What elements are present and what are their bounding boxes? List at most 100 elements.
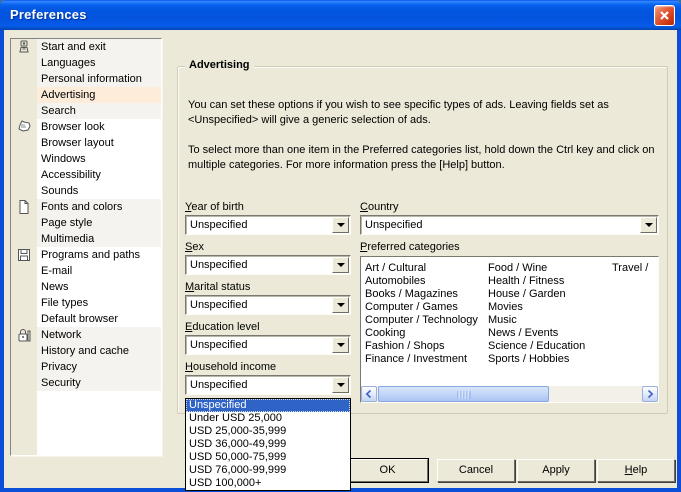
scroll-right-button[interactable] (642, 386, 658, 402)
marital-status-label: Marital status (185, 281, 250, 293)
household-income-value: Unspecified (190, 376, 330, 394)
title-bar[interactable]: Preferences (0, 0, 681, 30)
education-level-dropdown-arrow[interactable] (332, 337, 349, 353)
category-item[interactable]: Books / Magazines (365, 288, 478, 301)
sex-label: Sex (185, 241, 204, 253)
sidebar-item-windows[interactable]: Windows (37, 151, 161, 167)
horizontal-scrollbar[interactable] (361, 386, 658, 402)
income-option[interactable]: Unspecified (186, 399, 350, 412)
sidebar-item-fonts-and-colors[interactable]: Fonts and colors (37, 199, 161, 215)
country-value: Unspecified (365, 216, 638, 234)
year-of-birth-value: Unspecified (190, 216, 330, 234)
year-of-birth-combobox[interactable]: Unspecified (185, 215, 351, 235)
category-item[interactable]: Food / Wine (488, 262, 585, 275)
chevron-down-icon (645, 223, 653, 227)
sidebar-item-start-and-exit[interactable]: Start and exit (37, 39, 161, 55)
income-option[interactable]: USD 25,000-35,999 (186, 425, 350, 438)
sidebar-item-news[interactable]: News (37, 279, 161, 295)
category-item[interactable]: Cooking (365, 327, 478, 340)
sidebar-item-browser-look[interactable]: Browser look (37, 119, 161, 135)
sidebar-item-accessibility[interactable]: Accessibility (37, 167, 161, 183)
sidebar-item-privacy[interactable]: Privacy (37, 359, 161, 375)
sex-dropdown-arrow[interactable] (332, 257, 349, 273)
sidebar-item-multimedia[interactable]: Multimedia (37, 231, 161, 247)
income-option[interactable]: USD 100,000+ (186, 477, 350, 490)
category-item[interactable]: Health / Fitness (488, 275, 585, 288)
income-option[interactable]: USD 76,000-99,999 (186, 464, 350, 477)
marital-status-dropdown-arrow[interactable] (332, 297, 349, 313)
year-of-birth-dropdown-arrow[interactable] (332, 217, 349, 233)
cancel-button[interactable]: Cancel (437, 459, 515, 482)
sidebar-item-e-mail[interactable]: E-mail (37, 263, 161, 279)
sidebar-item-file-types[interactable]: File types (37, 295, 161, 311)
chevron-down-icon (337, 303, 345, 307)
chevron-down-icon (337, 263, 345, 267)
scrollbar-thumb[interactable] (378, 386, 549, 402)
category-item[interactable]: Sports / Hobbies (488, 353, 585, 366)
help-button[interactable]: Help (597, 459, 675, 482)
ok-button[interactable]: OK (347, 459, 428, 482)
close-icon (659, 10, 670, 21)
sidebar-icon-gutter (11, 39, 37, 455)
chevron-right-icon (646, 389, 654, 399)
category-item[interactable]: Movies (488, 301, 585, 314)
scroll-left-button[interactable] (361, 386, 377, 402)
education-level-combobox[interactable]: Unspecified (185, 335, 351, 355)
education-level-label: Education level (185, 321, 260, 333)
floppy-disk-icon (16, 247, 32, 263)
lock-icon (16, 327, 32, 343)
apply-button[interactable]: Apply (517, 459, 595, 482)
settings-category-list[interactable]: Start and exitLanguagesPersonal informat… (10, 38, 162, 456)
household-income-combobox[interactable]: Unspecified (185, 375, 351, 395)
marital-status-combobox[interactable]: Unspecified (185, 295, 351, 315)
sidebar-item-personal-information[interactable]: Personal information (37, 71, 161, 87)
category-item[interactable]: Art / Cultural (365, 262, 478, 275)
groupbox-legend: Advertising (185, 59, 254, 71)
sidebar-item-search[interactable]: Search (37, 103, 161, 119)
sex-combobox[interactable]: Unspecified (185, 255, 351, 275)
sidebar-item-page-style[interactable]: Page style (37, 215, 161, 231)
income-option[interactable]: Under USD 25,000 (186, 412, 350, 425)
sidebar-item-security[interactable]: Security (37, 375, 161, 391)
household-income-dropdown-list[interactable]: UnspecifiedUnder USD 25,000USD 25,000-35… (185, 398, 351, 491)
chevron-down-icon (337, 223, 345, 227)
preferences-window: Preferences Start and exitLanguagesPerso… (0, 0, 681, 492)
category-column-1: Art / CulturalAutomobilesBooks / Magazin… (365, 262, 478, 366)
sidebar-item-programs-and-paths[interactable]: Programs and paths (37, 247, 161, 263)
advertising-description-2: To select more than one item in the Pref… (188, 143, 664, 173)
sidebar-item-advertising[interactable]: Advertising (37, 87, 161, 103)
sidebar-item-history-and-cache[interactable]: History and cache (37, 343, 161, 359)
category-item[interactable]: Computer / Technology (365, 314, 478, 327)
category-item[interactable]: Computer / Games (365, 301, 478, 314)
year-of-birth-label: Year of birth (185, 201, 244, 213)
country-dropdown-arrow[interactable] (640, 217, 657, 233)
country-label: Country (360, 201, 399, 213)
category-item[interactable]: Travel / (612, 262, 648, 275)
country-combobox[interactable]: Unspecified (360, 215, 659, 235)
income-option[interactable]: USD 50,000-75,999 (186, 451, 350, 464)
sex-value: Unspecified (190, 256, 330, 274)
household-income-dropdown-arrow[interactable] (332, 377, 349, 393)
sidebar-item-sounds[interactable]: Sounds (37, 183, 161, 199)
category-item[interactable]: Science / Education (488, 340, 585, 353)
category-item[interactable]: Fashion / Shops (365, 340, 478, 353)
category-item[interactable]: House / Garden (488, 288, 585, 301)
category-item[interactable]: Music (488, 314, 585, 327)
sidebar-item-network[interactable]: Network (37, 327, 161, 343)
category-item[interactable]: News / Events (488, 327, 585, 340)
income-option[interactable]: USD 36,000-49,999 (186, 438, 350, 451)
preferred-categories-listbox[interactable]: Art / CulturalAutomobilesBooks / Magazin… (360, 256, 659, 403)
close-button[interactable] (654, 5, 675, 26)
sidebar-item-default-browser[interactable]: Default browser (37, 311, 161, 327)
category-item[interactable]: Finance / Investment (365, 353, 478, 366)
sidebar-item-browser-layout[interactable]: Browser layout (37, 135, 161, 151)
preferred-categories-label: Preferred categories (360, 241, 460, 253)
sidebar-item-languages[interactable]: Languages (37, 55, 161, 71)
scrollbar-grip-icon (457, 391, 470, 399)
chevron-left-icon (365, 389, 373, 399)
document-icon (16, 199, 32, 215)
category-item[interactable]: Automobiles (365, 275, 478, 288)
hand-icon (16, 119, 32, 135)
education-level-value: Unspecified (190, 336, 330, 354)
category-column-2: Food / WineHealth / FitnessHouse / Garde… (488, 262, 585, 366)
